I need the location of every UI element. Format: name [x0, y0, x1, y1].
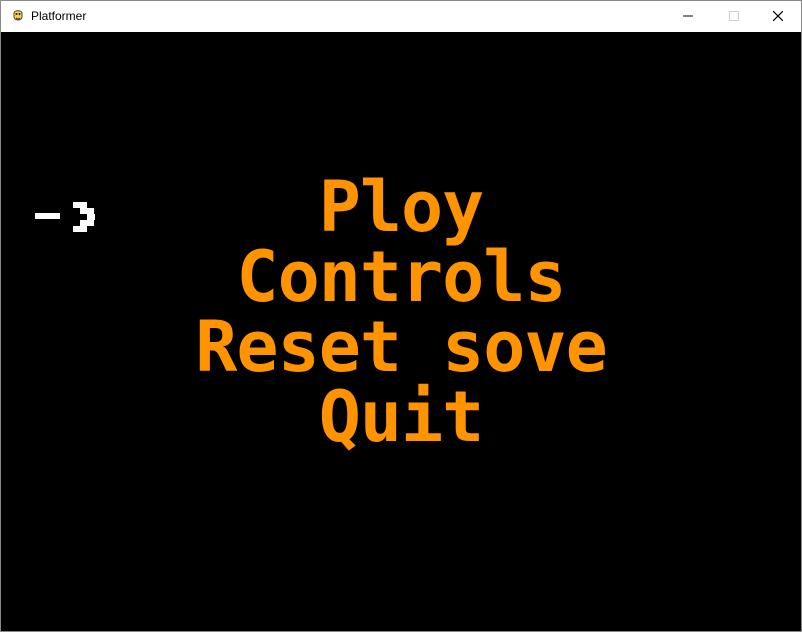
pygame-snake-icon	[10, 8, 26, 24]
game-window: Platformer Ploy Controls Reset sove Quit	[0, 0, 802, 632]
menu-item-play[interactable]: Ploy	[1, 172, 801, 242]
menu-item-quit[interactable]: Quit	[1, 382, 801, 452]
maximize-icon	[729, 11, 739, 21]
menu-item-reset-save[interactable]: Reset sove	[1, 312, 801, 382]
close-icon	[773, 11, 783, 21]
minimize-icon	[683, 15, 693, 17]
game-canvas: Ploy Controls Reset sove Quit	[1, 32, 801, 631]
window-title: Platformer	[31, 9, 87, 23]
close-button[interactable]	[755, 1, 801, 32]
title-bar[interactable]: Platformer	[1, 1, 801, 32]
minimize-button[interactable]	[665, 1, 711, 32]
menu-item-controls[interactable]: Controls	[1, 242, 801, 312]
maximize-button[interactable]	[711, 1, 757, 32]
